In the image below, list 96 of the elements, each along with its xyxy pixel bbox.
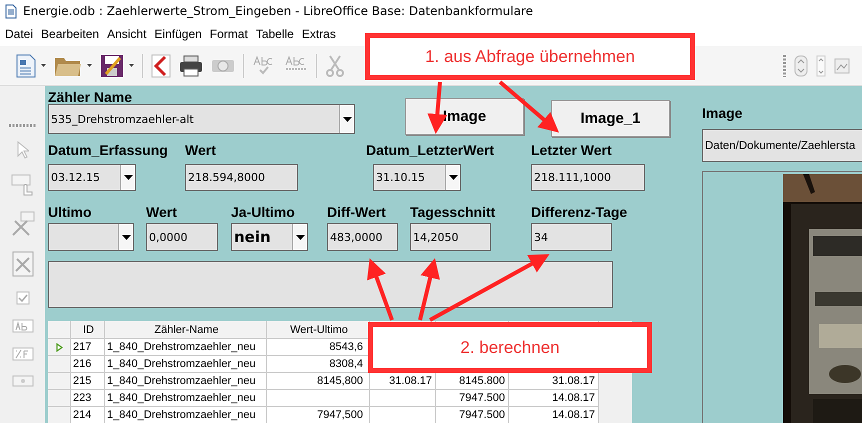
push-button[interactable]: Image_1 [551,100,670,137]
spin-button-icon[interactable] [794,54,808,76]
table-cell: 8308,4 [329,358,363,370]
column-header[interactable]: ID [83,324,94,336]
printer-icon[interactable] [179,54,203,76]
table-row[interactable]: 215 1_840_Drehstromzaehler_neu 8145,800 31.08.17 8145.800 31.08.17 [48,373,599,390]
table-row[interactable]: 214 1_840_Drehstromzaehler_neu 7947,500 7947.500 14.08.17 [48,407,599,423]
caret-icon [122,234,130,240]
table-cell: 31.08.17 [552,375,595,387]
menu-item[interactable]: Format [210,26,248,42]
text-field[interactable]: 218.111,1000 [531,164,645,191]
field-label: Wert [185,142,216,158]
caret-icon[interactable] [87,64,92,67]
new-document-icon[interactable] [16,54,36,78]
grip-icon [8,124,36,127]
table-cell: 8145,800 [317,375,363,387]
current-row-icon [56,342,62,352]
caret-icon [296,234,304,240]
table-cell: 8145.800 [459,375,505,387]
text-field[interactable]: 34 [531,223,612,251]
annotation-tooltip: 1. aus Abfrage übernehmen [365,33,695,80]
date-field[interactable]: 03.12.15 [48,164,136,191]
formatted-field-icon[interactable] [12,347,34,361]
push-button-icon[interactable] [12,375,34,387]
menu-item[interactable]: Bearbeiten [41,26,100,42]
dropdown-button[interactable] [339,105,354,133]
text-field[interactable]: 0,0000 [146,223,218,251]
row-header[interactable] [48,407,71,423]
field-label: Zähler Name [48,89,132,105]
arrow [367,258,394,321]
table-cell: 8543,6 [329,341,363,353]
image-control-icon[interactable] [834,58,850,74]
text-area[interactable] [48,261,613,308]
row-header[interactable] [48,356,71,373]
table-cell: 1_840_Drehstromzaehler_neu [105,407,267,423]
list-box[interactable]: nein [231,223,308,251]
field-label: Tagesschnitt [410,204,496,220]
field-label: Wert [146,204,177,220]
row-header[interactable] [48,373,71,390]
menu-item[interactable]: Datei [5,26,34,42]
text-field[interactable]: 14,2050 [410,223,491,251]
caret-icon[interactable] [41,64,46,67]
menu-item[interactable]: Einfügen [154,26,202,42]
checkbox-icon[interactable] [16,291,30,305]
date-field[interactable]: 31.10.15 [373,164,461,191]
document-icon [5,4,17,18]
text-box-icon[interactable] [12,319,34,333]
field-label: Diff-Wert [327,204,386,220]
field-label: Datum_Erfassung [48,142,168,158]
dropdown-button[interactable] [292,224,307,250]
field-label: Differenz-Tage [531,204,628,220]
text-field[interactable]: 218.594,8000 [185,164,298,191]
push-button-icon[interactable] [10,173,34,197]
save-icon[interactable] [100,54,124,78]
row-header[interactable] [48,339,71,356]
date-field[interactable] [48,223,134,251]
design-tools-icon[interactable] [10,211,34,237]
field-label: Letzter Wert [531,142,612,158]
row-header[interactable] [48,390,71,407]
pdf-icon[interactable] [151,54,171,78]
text-field[interactable]: Daten/Dokumente/Zaehlersta [702,129,862,162]
table-cell: 14.08.17 [552,392,595,404]
menu-item[interactable]: Tabelle [256,26,294,42]
table-cell: 7947,500 [317,409,363,421]
caret-icon [342,116,352,122]
column-header[interactable]: Zähler-Name [154,324,219,336]
dropdown-button[interactable] [118,224,133,250]
table-cell: 31.08.17 [389,375,432,387]
combo-box[interactable]: 535_Drehstromzaehler-alt [48,104,355,134]
table-cell: 14.08.17 [552,409,595,421]
dropdown-button[interactable] [445,165,460,190]
column-header[interactable]: Wert-Ultimo [290,324,348,336]
form-design-icon[interactable] [12,251,34,277]
table-cell: 7947.500 [459,409,505,421]
menu-item[interactable]: Ansicht [107,26,146,42]
arrow [498,80,560,133]
table-cell: 214 [71,407,105,423]
caret-icon[interactable] [129,64,134,67]
field-label: Ultimo [48,204,92,220]
scrollbar-icon[interactable] [816,54,826,76]
pointer-icon[interactable] [16,141,28,159]
push-button[interactable]: Image [405,98,524,135]
caret-icon [124,175,132,180]
text-field[interactable]: 483,0000 [327,223,398,251]
field-label: Datum_LetzterWert [366,142,494,158]
table-row[interactable]: 223 1_840_Drehstromzaehler_neu 7947.500 14.08.17 [48,390,599,407]
caret-icon [448,175,458,180]
field-label: Image [702,105,742,121]
window-title: Energie.odb : Zaehlerwerte_Strom_Eingeben - LibreOffice Base: Datenbankformulare [23,4,533,18]
table-cell: 7947.500 [459,392,505,404]
grip-icon [783,54,786,76]
dropdown-button[interactable] [120,165,135,190]
scissors-icon[interactable] [325,54,345,76]
annotation-tooltip: 2. berechnen [368,322,652,373]
field-label: Ja-Ultimo [231,204,295,220]
menu-item[interactable]: Extras [302,26,336,42]
